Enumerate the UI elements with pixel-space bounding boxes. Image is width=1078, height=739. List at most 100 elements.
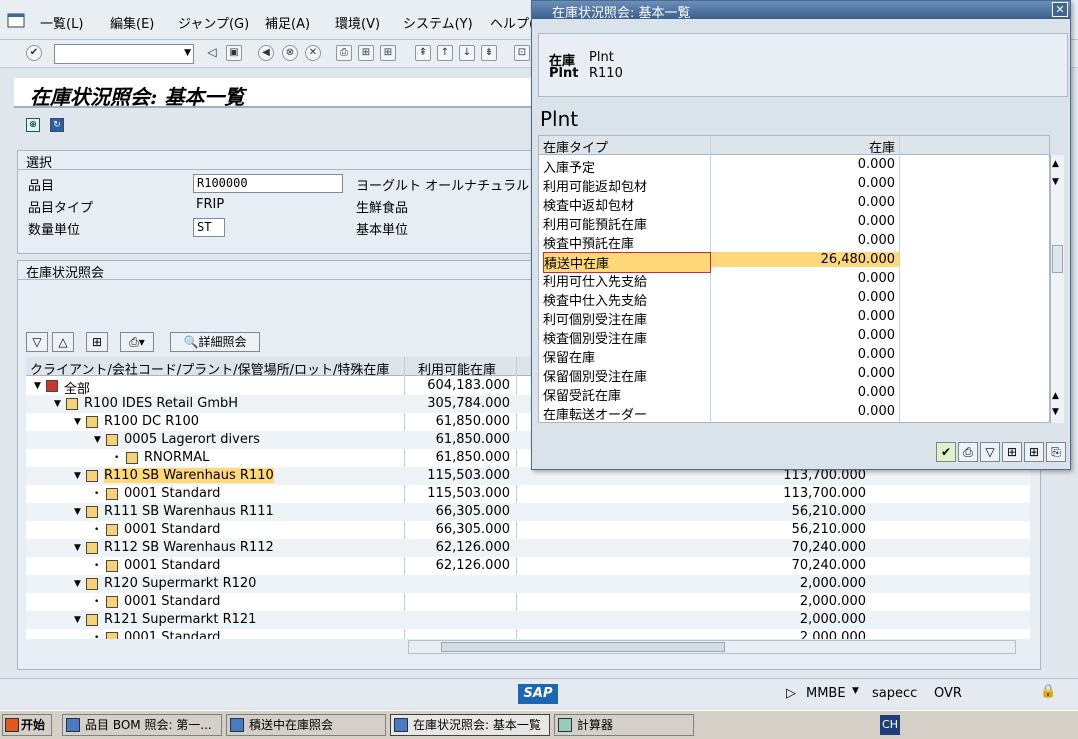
table-row[interactable]: ▼ R120 Supermarkt R120 2,000.000	[26, 575, 1030, 593]
scroll-down-icon[interactable]: ▼	[1052, 177, 1059, 187]
table-row[interactable]: • 0001 Standard 2,000.000	[26, 593, 1030, 611]
scroll-thumb[interactable]	[1052, 245, 1063, 273]
language-indicator[interactable]: CH	[880, 715, 900, 735]
exit-icon[interactable]: ⊗	[282, 45, 298, 61]
scroll-up-icon[interactable]: ▲	[1052, 391, 1059, 401]
table-row[interactable]: • 0001 Standard 66,305.000 56,210.000	[26, 521, 1030, 539]
detail-display-button[interactable]: 🔍詳細照会	[170, 332, 260, 352]
expand-node-icon[interactable]: ▼	[74, 507, 81, 517]
back-icon[interactable]: ◀	[258, 45, 274, 61]
popup-vertical-scrollbar[interactable]: ▲ ▼ ▲ ▼	[1050, 155, 1064, 423]
leaf-bullet-icon[interactable]: •	[114, 453, 119, 463]
list-item[interactable]: 利用可能返却包材 0.000	[539, 175, 1049, 195]
storage-location-icon	[106, 560, 118, 572]
menu-list[interactable]: 一覧(L)	[40, 13, 83, 32]
save-icon[interactable]: ▣	[226, 45, 242, 61]
column-header-available: 利用可能在庫	[418, 363, 497, 378]
popup-heading: Plnt	[540, 107, 579, 131]
scroll-thumb[interactable]	[441, 642, 725, 652]
find-icon[interactable]: ⊞	[1002, 442, 1022, 462]
print-icon[interactable]: ⎙	[958, 442, 978, 462]
start-label: 开始	[21, 718, 46, 732]
status-arrow-icon[interactable]: ▷	[786, 686, 796, 701]
list-item[interactable]: 保留在庫 0.000	[539, 346, 1049, 366]
list-item[interactable]: 在庫転送オーダー 0.000	[539, 403, 1049, 422]
expand-node-icon[interactable]: ▼	[54, 399, 61, 409]
expand-node-icon[interactable]: ▼	[34, 381, 41, 391]
menu-edit[interactable]: 編集(E)	[110, 13, 154, 32]
export-icon[interactable]: ⎘	[1046, 442, 1066, 462]
close-icon[interactable]: ✕	[1052, 2, 1068, 17]
new-session-icon[interactable]: ⊡	[514, 45, 530, 61]
leaf-bullet-icon[interactable]: •	[94, 525, 99, 535]
leaf-bullet-icon[interactable]: •	[94, 597, 99, 607]
task-calculator[interactable]: 計算器	[554, 714, 694, 736]
scroll-down-icon[interactable]: ▼	[1052, 407, 1059, 417]
expand-node-icon[interactable]: ▼	[94, 435, 101, 445]
list-item[interactable]: 積送中在庫 26,480.000	[539, 251, 1049, 273]
checkmark-icon[interactable]: ✔	[936, 442, 956, 462]
material-field[interactable]: R100000	[193, 174, 343, 193]
list-item[interactable]: 検査中返却包材 0.000	[539, 194, 1049, 214]
start-button[interactable]: 开始	[2, 714, 52, 736]
list-item[interactable]: 検査中仕入先支給 0.000	[539, 289, 1049, 309]
table-row[interactable]: ▼ R111 SB Warenhaus R111 66,305.000 56,210.…	[26, 503, 1030, 521]
find-next-icon[interactable]: ⊞	[380, 45, 396, 61]
list-item[interactable]: 入庫予定 0.000	[539, 156, 1049, 176]
refresh-icon[interactable]: ↻	[50, 118, 64, 132]
unit-field[interactable]: ST	[193, 218, 225, 237]
first-page-icon[interactable]: ⇞	[415, 45, 431, 61]
expand-node-icon[interactable]: ▼	[74, 615, 81, 625]
list-item[interactable]: 検査個別受注在庫 0.000	[539, 327, 1049, 347]
next-page-icon[interactable]: ↓	[459, 45, 475, 61]
menu-extras[interactable]: 補足(A)	[265, 13, 310, 32]
last-page-icon[interactable]: ⇟	[481, 45, 497, 61]
filter-icon[interactable]: ▽	[980, 442, 1000, 462]
list-item[interactable]: 利用可仕入先支給 0.000	[539, 270, 1049, 290]
chevron-down-icon[interactable]: ▼	[184, 48, 191, 58]
leaf-bullet-icon[interactable]: •	[94, 489, 99, 499]
menu-goto[interactable]: ジャンプ(G)	[178, 13, 249, 32]
task-in-transit[interactable]: 積送中在庫照会	[226, 714, 386, 736]
cancel-icon[interactable]: ✕	[305, 45, 321, 61]
expand-node-icon[interactable]: ▼	[74, 543, 81, 553]
sap-window-icon[interactable]	[6, 10, 28, 32]
prev-page-icon[interactable]: ↑	[437, 45, 453, 61]
other-material-icon[interactable]: ⊕	[26, 118, 40, 132]
table-row[interactable]: ▼ R121 Supermarkt R121 2,000.000	[26, 611, 1030, 629]
list-item[interactable]: 利可個別受注在庫 0.000	[539, 308, 1049, 328]
table-row[interactable]: • 0001 Standard 62,126.000 70,240.000	[26, 557, 1030, 575]
expand-node-icon[interactable]: ▼	[74, 417, 81, 427]
menu-environment[interactable]: 環境(V)	[335, 13, 380, 32]
task-bom[interactable]: 品目 BOM 照会: 第一...	[62, 714, 222, 736]
list-item[interactable]: 利用可能預託在庫 0.000	[539, 213, 1049, 233]
collapse-icon[interactable]: △	[52, 332, 74, 352]
menu-help[interactable]: ヘルプ(	[490, 13, 534, 32]
storage-location-icon	[106, 488, 118, 500]
enter-icon[interactable]: ✔	[26, 45, 42, 61]
expand-node-icon[interactable]: ▼	[74, 579, 81, 589]
expand-node-icon[interactable]: ▼	[74, 471, 81, 481]
task-stock-overview[interactable]: 在庫状況照会: 基本一覧	[390, 714, 550, 736]
horizontal-scrollbar[interactable]	[408, 640, 1016, 654]
menu-system[interactable]: システム(Y)	[403, 13, 473, 32]
print-icon[interactable]: ⎙	[336, 45, 352, 61]
list-item[interactable]: 保留個別受注在庫 0.000	[539, 365, 1049, 385]
table-row[interactable]: • 0001 Standard 2,000.000	[26, 629, 1030, 639]
leaf-bullet-icon[interactable]: •	[94, 633, 99, 639]
find-icon[interactable]: ⊞	[86, 332, 108, 352]
list-item[interactable]: 検査中預託在庫 0.000	[539, 232, 1049, 252]
table-row[interactable]: ▼ R112 SB Warenhaus R112 62,126.000 70,240.…	[26, 539, 1030, 557]
command-field[interactable]: ▼	[54, 44, 194, 64]
list-item[interactable]: 保留受託在庫 0.000	[539, 384, 1049, 404]
print-menu-icon[interactable]: ⎙▾	[120, 332, 154, 352]
stock-quantity-cell: 0.000	[857, 347, 895, 362]
find-icon[interactable]: ⊞	[358, 45, 374, 61]
table-row[interactable]: • 0001 Standard 115,503.000 113,700.000	[26, 485, 1030, 503]
scroll-up-icon[interactable]: ▲	[1052, 159, 1059, 169]
leaf-bullet-icon[interactable]: •	[94, 561, 99, 571]
expand-icon[interactable]: ▽	[26, 332, 48, 352]
chevron-down-icon[interactable]: ▼	[852, 686, 859, 696]
find-next-icon[interactable]: ⊞	[1024, 442, 1044, 462]
back-arrow-icon[interactable]: ◁	[204, 45, 220, 61]
